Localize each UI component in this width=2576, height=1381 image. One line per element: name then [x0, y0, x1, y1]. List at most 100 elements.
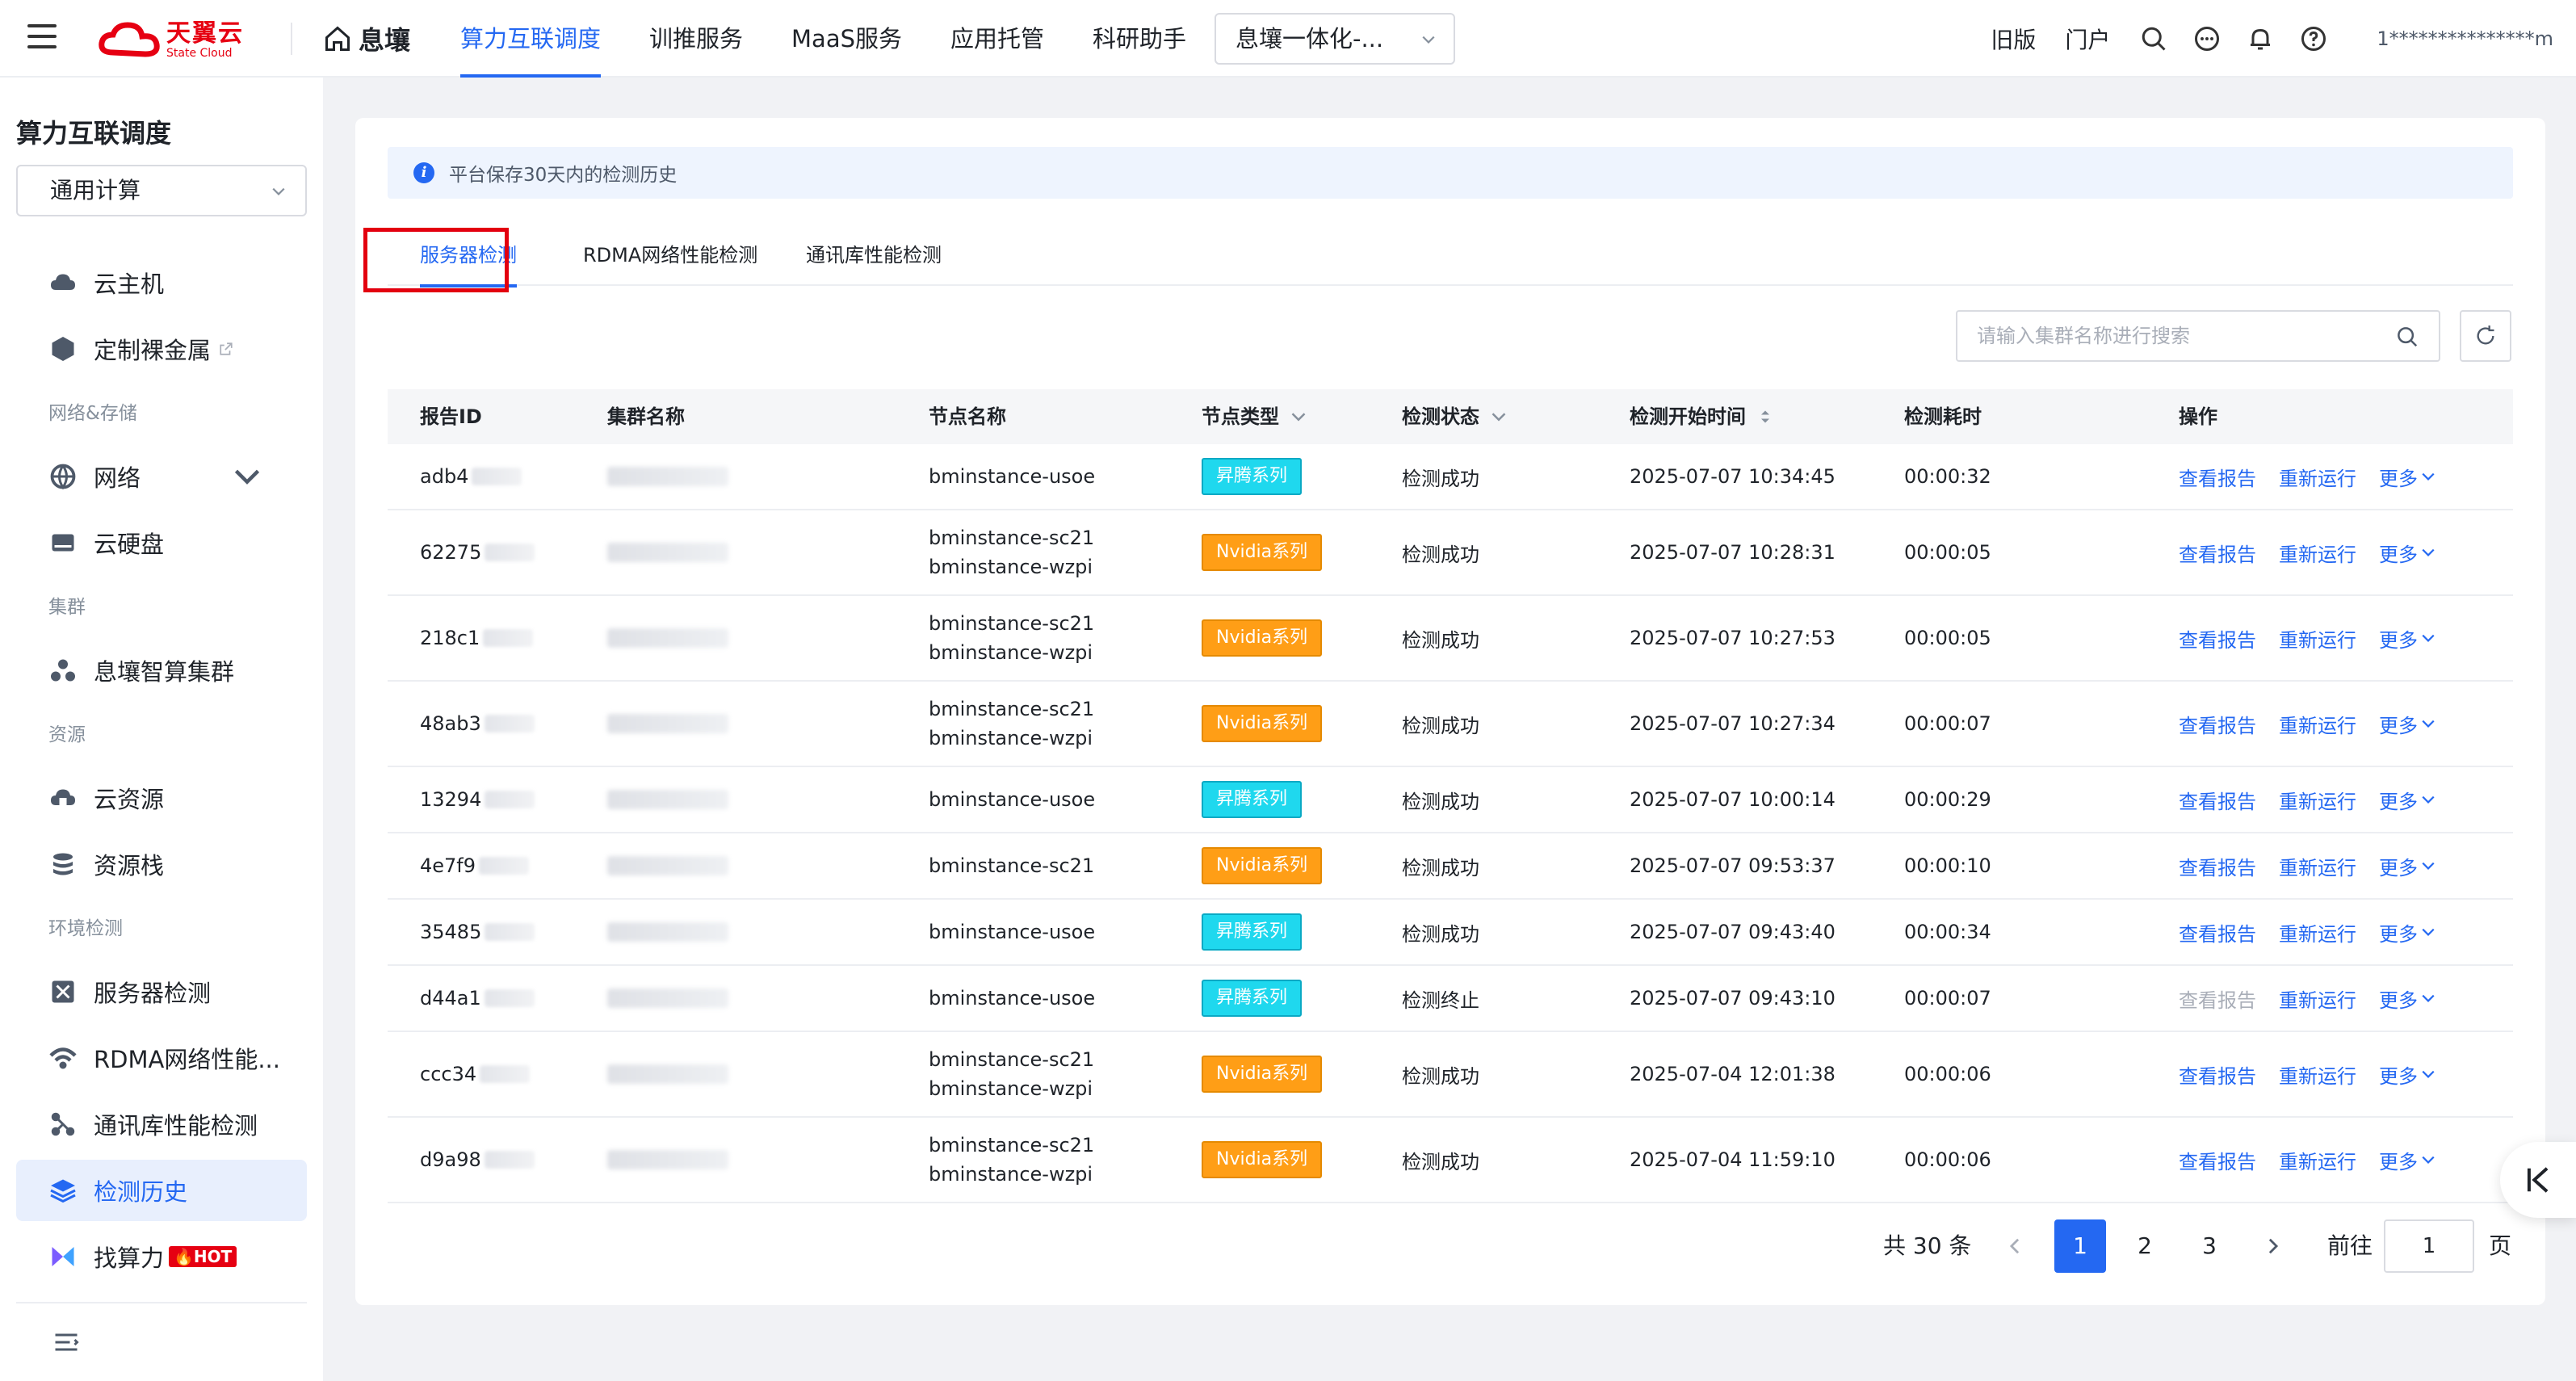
check-status: 检测成功: [1402, 714, 1479, 737]
search-icon[interactable]: [2395, 325, 2419, 349]
collapse-sidebar-icon[interactable]: [52, 1328, 81, 1357]
sidebar-item-cluster[interactable]: 息壤智算集群: [16, 640, 307, 701]
message-icon[interactable]: [2192, 24, 2221, 53]
help-icon[interactable]: [2299, 24, 2328, 53]
bell-icon[interactable]: [2246, 24, 2275, 53]
actions-cell: 查看报告 重新运行 更多: [2179, 682, 2458, 766]
next-page-icon[interactable]: [2264, 1237, 2282, 1255]
workspace-select[interactable]: 息壤一体化-...: [1215, 13, 1455, 65]
view-report-link[interactable]: 查看报告: [2179, 710, 2256, 738]
col-node-type[interactable]: 节点类型: [1202, 389, 1307, 444]
redacted-id: [480, 1065, 531, 1083]
more-dropdown[interactable]: 更多: [2379, 463, 2435, 491]
sidebar-item-server-check[interactable]: 服务器检测: [16, 961, 307, 1022]
refresh-icon: [2477, 325, 2494, 345]
view-report-link[interactable]: 查看报告: [2179, 1060, 2256, 1089]
nav-item-research-assistant[interactable]: 科研助手: [1093, 0, 1186, 78]
more-dropdown[interactable]: 更多: [2379, 624, 2435, 653]
more-dropdown[interactable]: 更多: [2379, 984, 2435, 1013]
view-report-link[interactable]: 查看报告: [2179, 624, 2256, 653]
chevron-down-icon: [2422, 795, 2435, 804]
sidebar-item-bare-metal[interactable]: 定制裸金属: [16, 318, 307, 380]
more-label: 更多: [2379, 790, 2418, 813]
prev-page-icon[interactable]: [2006, 1237, 2024, 1255]
tab-rdma-check[interactable]: RDMA网络性能检测: [583, 225, 757, 286]
nav-item-app-hosting[interactable]: 应用托管: [950, 0, 1044, 78]
sort-icon: [1761, 410, 1769, 423]
actions-cell: 查看报告 重新运行 更多: [2179, 767, 2458, 832]
rerun-link[interactable]: 重新运行: [2279, 463, 2356, 491]
more-dropdown[interactable]: 更多: [2379, 786, 2435, 814]
rerun-link[interactable]: 重新运行: [2279, 624, 2356, 653]
redacted-id: [485, 791, 535, 808]
redacted-id: [484, 1151, 535, 1169]
view-report-link[interactable]: 查看报告: [2179, 786, 2256, 814]
sidebar-item-rdma[interactable]: RDMA网络性能...: [16, 1027, 307, 1089]
rerun-link[interactable]: 重新运行: [2279, 539, 2356, 567]
old-version-link[interactable]: 旧版: [1991, 23, 2036, 55]
rerun-link[interactable]: 重新运行: [2279, 1146, 2356, 1174]
nav-item-maas[interactable]: MaaS服务: [791, 0, 902, 78]
home-nav[interactable]: 息壤: [323, 19, 410, 58]
sidebar-item-resource-stack[interactable]: 资源栈: [16, 833, 307, 895]
redacted-cluster-name: [607, 989, 728, 1008]
comm-lib-icon: [51, 1112, 75, 1136]
more-dropdown[interactable]: 更多: [2379, 1060, 2435, 1089]
sidebar-item-find-power[interactable]: 找算力 🔥HOT: [16, 1226, 307, 1287]
sidebar-item-cloud-disk[interactable]: 云硬盘: [16, 512, 307, 573]
sidebar-item-comm-lib[interactable]: 通讯库性能检测: [16, 1093, 307, 1155]
duration-cell: 00:00:07: [1904, 682, 1991, 766]
view-report-link[interactable]: 查看报告: [2179, 1146, 2256, 1174]
page-suffix: 页: [2489, 1232, 2512, 1259]
search-icon[interactable]: [2139, 24, 2168, 53]
cluster-search-input[interactable]: 请输入集群名称进行搜索: [1956, 310, 2440, 362]
col-node-type-label: 节点类型: [1202, 405, 1279, 428]
rerun-link[interactable]: 重新运行: [2279, 918, 2356, 947]
check-status-cell: 检测终止: [1402, 966, 1479, 1031]
menu-icon[interactable]: [27, 24, 57, 50]
report-id: 218c1: [420, 627, 480, 649]
view-report-link[interactable]: 查看报告: [2179, 539, 2256, 567]
rerun-link[interactable]: 重新运行: [2279, 786, 2356, 814]
col-check-status[interactable]: 检测状态: [1402, 389, 1507, 444]
sidebar-item-cloud-resource[interactable]: 云资源: [16, 767, 307, 829]
more-dropdown[interactable]: 更多: [2379, 539, 2435, 567]
sidebar-item-label: 服务器检测: [94, 980, 212, 1007]
tab-comm-lib-check[interactable]: 通讯库性能检测: [806, 225, 942, 286]
rerun-link[interactable]: 重新运行: [2279, 984, 2356, 1013]
more-dropdown[interactable]: 更多: [2379, 710, 2435, 738]
rerun-link[interactable]: 重新运行: [2279, 852, 2356, 880]
more-dropdown[interactable]: 更多: [2379, 1146, 2435, 1174]
page-1-button[interactable]: 1: [2054, 1219, 2106, 1273]
sidebar-item-network[interactable]: 网络: [16, 446, 307, 507]
more-dropdown[interactable]: 更多: [2379, 852, 2435, 880]
rerun-link[interactable]: 重新运行: [2279, 710, 2356, 738]
cluster-name-cell: [607, 1118, 728, 1202]
more-dropdown[interactable]: 更多: [2379, 918, 2435, 947]
user-account[interactable]: 1***************m: [2377, 27, 2553, 50]
collapse-panel-button[interactable]: [2500, 1142, 2576, 1218]
sidebar-item-check-history[interactable]: 检测历史: [16, 1160, 307, 1221]
page-3-button[interactable]: 3: [2184, 1219, 2235, 1273]
portal-link[interactable]: 门户: [2065, 23, 2110, 55]
nav-item-compute-scheduling[interactable]: 算力互联调度: [460, 0, 602, 78]
refresh-button[interactable]: [2460, 310, 2511, 362]
redacted-cluster-name: [607, 543, 728, 562]
node-name: bminstance-sc21: [929, 1048, 1095, 1071]
duration-cell: 00:00:06: [1904, 1118, 1991, 1202]
compute-type-select[interactable]: 通用计算: [16, 165, 307, 216]
col-start-time[interactable]: 检测开始时间: [1630, 389, 1773, 444]
top-nav-items: 算力互联调度 训推服务 MaaS服务 应用托管 科研助手: [460, 0, 1235, 78]
view-report-link[interactable]: 查看报告: [2179, 463, 2256, 491]
view-report-link[interactable]: 查看报告: [2179, 852, 2256, 880]
rerun-link[interactable]: 重新运行: [2279, 1060, 2356, 1089]
nav-item-training-inference[interactable]: 训推服务: [649, 0, 743, 78]
sidebar-item-label: 检测历史: [94, 1178, 188, 1206]
brand-logo[interactable]: 天翼云 State Cloud: [97, 18, 244, 63]
goto-page-input[interactable]: 1: [2384, 1219, 2474, 1273]
start-time: 2025-07-07 10:27:53: [1630, 627, 1836, 649]
page-2-button[interactable]: 2: [2119, 1219, 2171, 1273]
node-name-cell: bminstance-usoe: [929, 966, 1095, 1031]
view-report-link[interactable]: 查看报告: [2179, 918, 2256, 947]
sidebar-item-cloud-host[interactable]: 云主机: [16, 252, 307, 313]
